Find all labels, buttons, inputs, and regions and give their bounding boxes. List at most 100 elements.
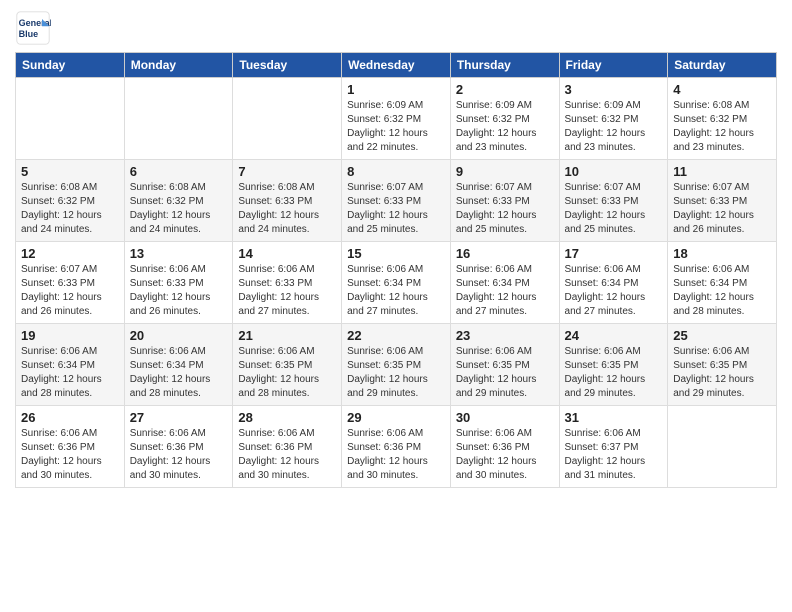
calendar-table: SundayMondayTuesdayWednesdayThursdayFrid… xyxy=(15,52,777,488)
cell-info: Sunrise: 6:09 AMSunset: 6:32 PMDaylight:… xyxy=(565,99,663,155)
cell-info: Sunrise: 6:08 AMSunset: 6:32 PMDaylight:… xyxy=(130,181,228,237)
cell-info: Sunrise: 6:06 AMSunset: 6:35 PMDaylight:… xyxy=(673,345,771,401)
cell-info: Sunrise: 6:06 AMSunset: 6:35 PMDaylight:… xyxy=(456,345,554,401)
cell-info: Sunrise: 6:06 AMSunset: 6:35 PMDaylight:… xyxy=(347,345,445,401)
cell-info: Sunrise: 6:08 AMSunset: 6:33 PMDaylight:… xyxy=(238,181,336,237)
calendar-cell xyxy=(233,78,342,160)
cell-info: Sunrise: 6:07 AMSunset: 6:33 PMDaylight:… xyxy=(565,181,663,237)
day-number: 23 xyxy=(456,328,554,343)
cell-info: Sunrise: 6:06 AMSunset: 6:33 PMDaylight:… xyxy=(130,263,228,319)
day-number: 1 xyxy=(347,82,445,97)
calendar-header-row: SundayMondayTuesdayWednesdayThursdayFrid… xyxy=(16,53,777,78)
calendar-cell: 3 Sunrise: 6:09 AMSunset: 6:32 PMDaylight… xyxy=(559,78,668,160)
calendar-cell: 14 Sunrise: 6:06 AMSunset: 6:33 PMDayligh… xyxy=(233,242,342,324)
day-number: 24 xyxy=(565,328,663,343)
cell-info: Sunrise: 6:08 AMSunset: 6:32 PMDaylight:… xyxy=(673,99,771,155)
calendar-week-5: 26 Sunrise: 6:06 AMSunset: 6:36 PMDayligh… xyxy=(16,406,777,488)
cell-info: Sunrise: 6:06 AMSunset: 6:33 PMDaylight:… xyxy=(238,263,336,319)
calendar-week-2: 5 Sunrise: 6:08 AMSunset: 6:32 PMDaylight… xyxy=(16,160,777,242)
day-number: 21 xyxy=(238,328,336,343)
day-number: 2 xyxy=(456,82,554,97)
calendar-cell: 30Sunrise: 6:06 AMSunset: 6:36 PMDayligh… xyxy=(450,406,559,488)
calendar-week-1: 1 Sunrise: 6:09 AMSunset: 6:32 PMDaylight… xyxy=(16,78,777,160)
calendar-cell: 12Sunrise: 6:07 AMSunset: 6:33 PMDayligh… xyxy=(16,242,125,324)
day-header-tuesday: Tuesday xyxy=(233,53,342,78)
day-header-sunday: Sunday xyxy=(16,53,125,78)
calendar-cell: 28 Sunrise: 6:06 AMSunset: 6:36 PMDayligh… xyxy=(233,406,342,488)
calendar-week-4: 19 Sunrise: 6:06 AMSunset: 6:34 PMDayligh… xyxy=(16,324,777,406)
cell-info: Sunrise: 6:06 AMSunset: 6:34 PMDaylight:… xyxy=(347,263,445,319)
day-number: 29 xyxy=(347,410,445,425)
cell-info: Sunrise: 6:08 AMSunset: 6:32 PMDaylight:… xyxy=(21,181,119,237)
day-header-thursday: Thursday xyxy=(450,53,559,78)
calendar-cell: 2 Sunrise: 6:09 AMSunset: 6:32 PMDaylight… xyxy=(450,78,559,160)
day-number: 7 xyxy=(238,164,336,179)
day-number: 28 xyxy=(238,410,336,425)
cell-info: Sunrise: 6:06 AMSunset: 6:36 PMDaylight:… xyxy=(130,427,228,483)
calendar-cell xyxy=(668,406,777,488)
calendar-body: 1 Sunrise: 6:09 AMSunset: 6:32 PMDaylight… xyxy=(16,78,777,488)
logo-icon: General Blue xyxy=(15,10,51,46)
calendar-cell: 7 Sunrise: 6:08 AMSunset: 6:33 PMDaylight… xyxy=(233,160,342,242)
day-number: 5 xyxy=(21,164,119,179)
cell-info: Sunrise: 6:09 AMSunset: 6:32 PMDaylight:… xyxy=(347,99,445,155)
cell-info: Sunrise: 6:06 AMSunset: 6:34 PMDaylight:… xyxy=(565,263,663,319)
cell-info: Sunrise: 6:06 AMSunset: 6:34 PMDaylight:… xyxy=(456,263,554,319)
day-number: 27 xyxy=(130,410,228,425)
calendar-cell: 19 Sunrise: 6:06 AMSunset: 6:34 PMDayligh… xyxy=(16,324,125,406)
page: General Blue SundayMondayTuesdayWednesda… xyxy=(0,0,792,612)
svg-text:Blue: Blue xyxy=(19,29,39,39)
cell-info: Sunrise: 6:09 AMSunset: 6:32 PMDaylight:… xyxy=(456,99,554,155)
calendar-cell: 11 Sunrise: 6:07 AMSunset: 6:33 PMDayligh… xyxy=(668,160,777,242)
cell-info: Sunrise: 6:06 AMSunset: 6:34 PMDaylight:… xyxy=(673,263,771,319)
calendar-cell: 9 Sunrise: 6:07 AMSunset: 6:33 PMDaylight… xyxy=(450,160,559,242)
cell-info: Sunrise: 6:07 AMSunset: 6:33 PMDaylight:… xyxy=(347,181,445,237)
day-number: 16 xyxy=(456,246,554,261)
calendar-cell: 29 Sunrise: 6:06 AMSunset: 6:36 PMDayligh… xyxy=(342,406,451,488)
calendar-cell: 8 Sunrise: 6:07 AMSunset: 6:33 PMDaylight… xyxy=(342,160,451,242)
cell-info: Sunrise: 6:06 AMSunset: 6:36 PMDaylight:… xyxy=(456,427,554,483)
day-number: 20 xyxy=(130,328,228,343)
day-number: 17 xyxy=(565,246,663,261)
calendar-cell: 13 Sunrise: 6:06 AMSunset: 6:33 PMDayligh… xyxy=(124,242,233,324)
day-number: 8 xyxy=(347,164,445,179)
calendar-cell: 15 Sunrise: 6:06 AMSunset: 6:34 PMDayligh… xyxy=(342,242,451,324)
day-number: 9 xyxy=(456,164,554,179)
day-number: 25 xyxy=(673,328,771,343)
cell-info: Sunrise: 6:07 AMSunset: 6:33 PMDaylight:… xyxy=(673,181,771,237)
cell-info: Sunrise: 6:06 AMSunset: 6:34 PMDaylight:… xyxy=(130,345,228,401)
calendar-cell: 24Sunrise: 6:06 AMSunset: 6:35 PMDayligh… xyxy=(559,324,668,406)
calendar-cell: 18 Sunrise: 6:06 AMSunset: 6:34 PMDayligh… xyxy=(668,242,777,324)
cell-info: Sunrise: 6:07 AMSunset: 6:33 PMDaylight:… xyxy=(21,263,119,319)
day-number: 31 xyxy=(565,410,663,425)
day-number: 14 xyxy=(238,246,336,261)
day-header-wednesday: Wednesday xyxy=(342,53,451,78)
day-number: 19 xyxy=(21,328,119,343)
header: General Blue xyxy=(15,10,777,46)
cell-info: Sunrise: 6:06 AMSunset: 6:36 PMDaylight:… xyxy=(347,427,445,483)
day-number: 11 xyxy=(673,164,771,179)
calendar-cell: 22 Sunrise: 6:06 AMSunset: 6:35 PMDayligh… xyxy=(342,324,451,406)
cell-info: Sunrise: 6:07 AMSunset: 6:33 PMDaylight:… xyxy=(456,181,554,237)
calendar-cell: 5 Sunrise: 6:08 AMSunset: 6:32 PMDaylight… xyxy=(16,160,125,242)
calendar-cell: 16 Sunrise: 6:06 AMSunset: 6:34 PMDayligh… xyxy=(450,242,559,324)
day-number: 4 xyxy=(673,82,771,97)
day-number: 26 xyxy=(21,410,119,425)
day-number: 18 xyxy=(673,246,771,261)
cell-info: Sunrise: 6:06 AMSunset: 6:34 PMDaylight:… xyxy=(21,345,119,401)
calendar-week-3: 12Sunrise: 6:07 AMSunset: 6:33 PMDayligh… xyxy=(16,242,777,324)
cell-info: Sunrise: 6:06 AMSunset: 6:35 PMDaylight:… xyxy=(238,345,336,401)
cell-info: Sunrise: 6:06 AMSunset: 6:36 PMDaylight:… xyxy=(238,427,336,483)
calendar-cell: 31Sunrise: 6:06 AMSunset: 6:37 PMDayligh… xyxy=(559,406,668,488)
day-header-friday: Friday xyxy=(559,53,668,78)
day-number: 13 xyxy=(130,246,228,261)
day-header-saturday: Saturday xyxy=(668,53,777,78)
day-number: 3 xyxy=(565,82,663,97)
calendar-cell: 25 Sunrise: 6:06 AMSunset: 6:35 PMDayligh… xyxy=(668,324,777,406)
day-number: 22 xyxy=(347,328,445,343)
calendar-cell: 21 Sunrise: 6:06 AMSunset: 6:35 PMDayligh… xyxy=(233,324,342,406)
day-number: 6 xyxy=(130,164,228,179)
calendar-cell xyxy=(124,78,233,160)
cell-info: Sunrise: 6:06 AMSunset: 6:36 PMDaylight:… xyxy=(21,427,119,483)
day-number: 15 xyxy=(347,246,445,261)
